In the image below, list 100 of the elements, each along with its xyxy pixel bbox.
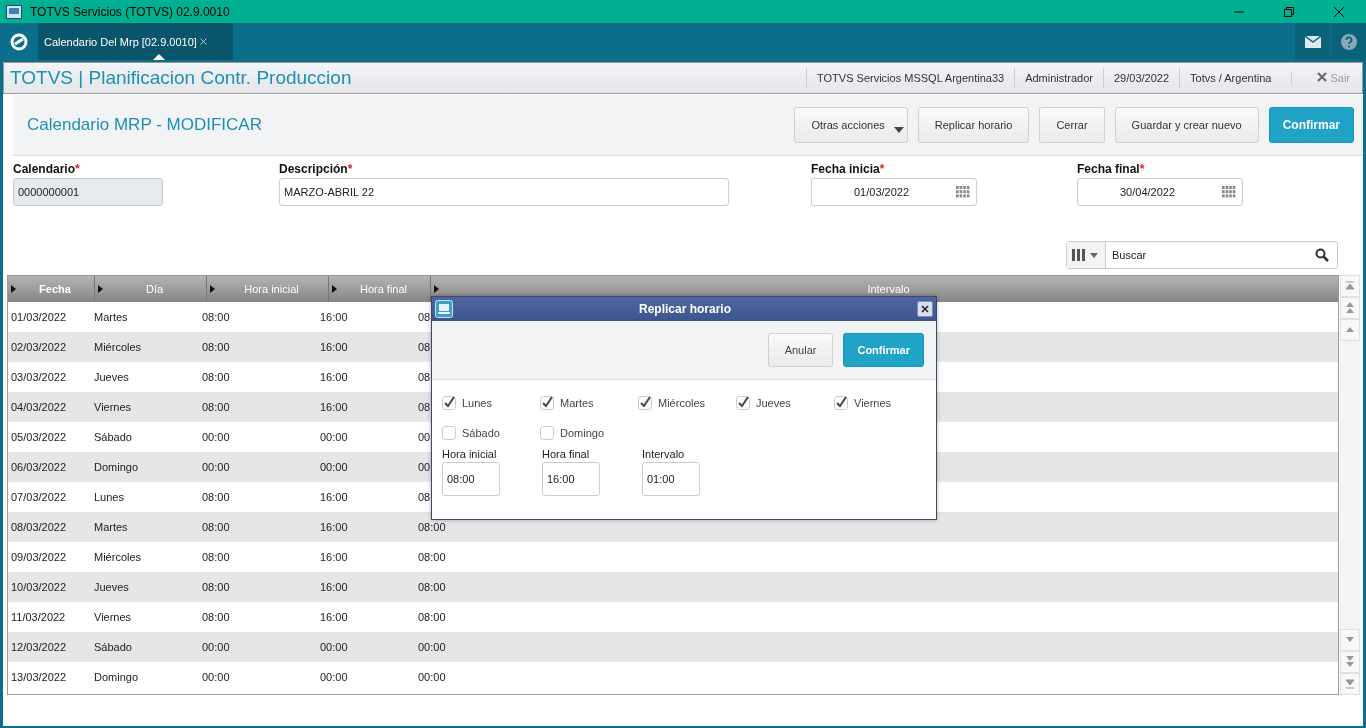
dialog-button[interactable]: Anular [767,333,834,367]
table-cell-text: 08:00 [201,580,231,595]
table-cell-text: 12/03/2022 [10,640,68,655]
table-cell-text: 00:00 [319,670,349,685]
table-cell-text: Jueves [93,370,130,385]
close-button[interactable] [917,301,933,317]
date-field[interactable]: 30/04/2022 [1077,178,1243,206]
checkbox[interactable] [442,426,456,440]
table-cell-text: 08:00 [201,550,231,565]
table-cell-text: 02/03/2022 [10,340,68,355]
caret-icon [434,285,439,293]
table-cell-text: Miércoles [93,550,143,565]
action-button[interactable]: Guardar y crear nuevo [1114,107,1259,143]
table-cell-text: 00:00 [201,460,231,475]
field-label: Calendario [13,162,75,176]
action-button[interactable]: Cerrar [1039,107,1105,143]
close-icon[interactable] [1333,5,1345,18]
app-title: TOTVS | Planificacion Contr. Produccion [9,67,352,89]
mail-icon[interactable] [1304,35,1321,48]
required-mark: * [75,162,80,176]
search-icon[interactable] [1315,248,1329,262]
checkbox-label: Jueves [756,397,791,409]
table-cell-text: Domingo [93,670,140,685]
help-icon[interactable] [1340,33,1357,50]
table-cell-text: 00:00 [201,640,231,655]
table-cell-text: 06/03/2022 [10,460,68,475]
input-field[interactable]: 08:00 [442,462,500,496]
table-cell-text: 03/03/2022 [10,370,68,385]
logo-icon[interactable] [10,32,28,51]
table-cell-text: 10/03/2022 [10,580,68,595]
checkbox[interactable] [540,396,554,410]
table-cell-text: Domingo [93,460,140,475]
required-mark: * [347,162,353,176]
page-down-button[interactable] [1340,651,1360,673]
input-field[interactable]: 0000000001 [13,178,163,206]
table-cell-text: Sábado [93,640,133,655]
checkbox[interactable] [736,396,750,410]
table-cell-text: 16:00 [319,490,349,505]
table-cell-text: 00:00 [319,640,349,655]
required-mark: * [879,162,885,176]
table-cell-text: 08:00 [417,610,446,625]
table-cell-text: 08:00 [201,310,231,325]
table-cell-text: 08:00 [417,550,446,565]
field-label: Fecha inicia [811,162,880,176]
caret-icon [11,285,16,293]
window-title: TOTVS Servicios (TOTVS) 02.9.0010 [30,4,230,19]
table-cell-text: Sábado [93,430,133,445]
checkbox[interactable] [540,426,554,440]
down-arrow-icon [1345,637,1355,643]
table-cell-text: 08 [417,340,431,355]
checkbox-label: Sábado [462,427,500,439]
table-cell-text: 00:00 [319,430,349,445]
search-field[interactable]: Buscar [1066,241,1338,269]
module-tab[interactable]: Calendario Del Mrp [02.9.0010] [38,23,233,60]
input-field[interactable]: 16:00 [542,462,600,496]
scroll-bottom-button[interactable] [1340,673,1360,695]
header-info: Totvs / Argentina [1179,68,1282,88]
caret-icon [332,285,337,293]
date-field[interactable]: 01/03/2022 [811,178,977,206]
checkbox[interactable] [638,396,652,410]
checkbox-label: Lunes [462,397,492,409]
scroll-top-icon [1345,281,1355,291]
table-cell-text: Viernes [93,610,133,625]
checkbox[interactable] [442,396,456,410]
close-icon [921,305,929,313]
restore-icon[interactable] [1283,5,1295,18]
caret-icon [98,285,103,293]
table-cell-text: 16:00 [319,340,349,355]
field-label: Hora inicial [442,448,498,460]
action-button[interactable]: Otras acciones [794,107,908,143]
scroll-bottom-icon [1345,679,1355,689]
table-cell-text: 08:00 [201,520,231,535]
column-selector-button[interactable] [1067,242,1106,268]
double-up-icon [1345,302,1355,314]
input-field[interactable]: MARZO-ABRIL 22 [279,178,729,206]
table-cell-text: Martes [93,520,129,535]
table-cell-text: 08:00 [201,400,231,415]
table-cell-text: 13/03/2022 [10,670,68,685]
table-cell-text: 09/03/2022 [10,550,68,565]
table-cell-text: 16:00 [319,520,349,535]
field-label: Intervalo [642,448,686,460]
scroll-down-button[interactable] [1340,629,1360,651]
table-cell-text: 16:00 [319,370,349,385]
dialog-icon [435,300,453,318]
table-cell-text: 08:00 [417,580,446,595]
calendar-icon[interactable] [1222,186,1236,198]
required-mark: * [1139,162,1145,176]
calendar-icon[interactable] [956,186,970,198]
up-arrow-icon [1345,327,1355,333]
table-cell-text: 05/03/2022 [10,430,68,445]
input-field[interactable]: 01:00 [642,462,700,496]
page-up-button[interactable] [1340,297,1360,319]
table-cell-text: 16:00 [319,400,349,415]
caret-icon [893,127,904,133]
action-button[interactable]: Replicar horario [917,107,1030,143]
scroll-top-button[interactable] [1340,275,1360,297]
table-cell-text: 04/03/2022 [10,400,68,415]
table-cell-text: 00 [417,460,431,475]
checkbox[interactable] [834,396,848,410]
scroll-up-button[interactable] [1340,319,1360,341]
